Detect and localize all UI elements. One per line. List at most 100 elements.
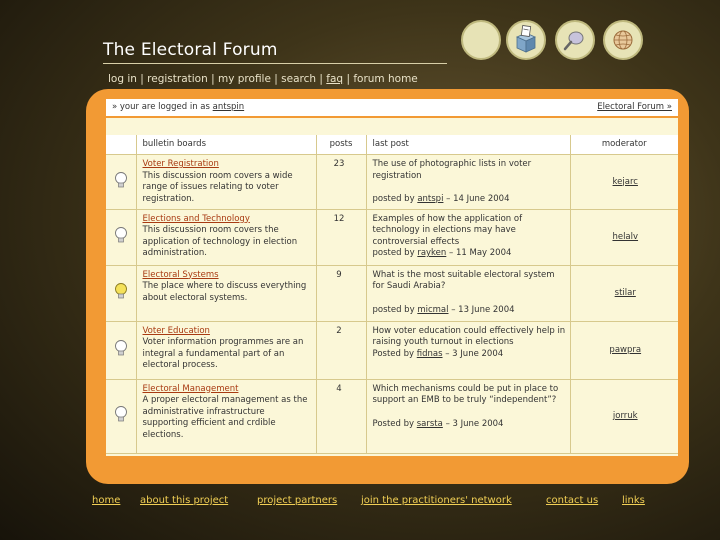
header-last-post: last post — [366, 135, 570, 155]
title-divider — [103, 63, 447, 64]
footer-link-partners[interactable]: project partners — [257, 495, 337, 506]
bulb-cell — [106, 321, 137, 380]
poster-link[interactable]: sarsta — [417, 419, 443, 429]
board-title-link[interactable]: Elections and Technology — [143, 214, 312, 226]
table-row: Voter Registration This discussion room … — [106, 154, 678, 210]
poster-link[interactable]: rayken — [417, 248, 446, 258]
bulb-cell — [106, 209, 137, 266]
nav-separator: | — [211, 73, 215, 85]
footer-link-about[interactable]: about this project — [140, 495, 228, 506]
moderator-link[interactable]: helalv — [612, 232, 638, 242]
board-cell: Electoral Management A proper electoral … — [136, 379, 316, 454]
header-posts: posts — [315, 135, 367, 155]
board-description: This discussion room covers the applicat… — [142, 225, 298, 258]
last-post-title[interactable]: What is the most suitable electoral syst… — [373, 270, 566, 293]
moderator-cell: kejarc — [569, 154, 678, 210]
post-count: 4 — [315, 379, 367, 454]
board-title-link[interactable]: Electoral Systems — [143, 270, 312, 282]
table-header-row: bulletin boards posts last post moderato… — [106, 135, 678, 155]
footer-link-home[interactable]: home — [92, 495, 120, 506]
board-cell: Voter Education Voter information progra… — [136, 321, 316, 380]
posted-by-label: Posted by — [372, 418, 415, 429]
globe-glyph — [613, 30, 633, 50]
current-user-link[interactable]: antspin — [213, 102, 245, 112]
ballot-box-icon[interactable] — [506, 20, 546, 60]
table-row: Electoral Systems The place where to dis… — [106, 265, 678, 322]
search-magnifier-icon[interactable] — [555, 20, 595, 60]
light-bulb-on-icon — [114, 282, 127, 299]
board-description: This discussion room covers a wide range… — [142, 170, 293, 204]
posted-by-label: posted by — [372, 248, 415, 258]
nav-registration[interactable]: registration — [147, 73, 208, 85]
moderator-cell: stilar — [569, 265, 678, 322]
globe-icon[interactable] — [603, 20, 643, 60]
ballot-box-glyph — [516, 25, 536, 53]
last-post-meta: posted by antspi – 14 June 2004 — [373, 194, 566, 206]
blank-circle-icon[interactable] — [461, 20, 501, 60]
footer-link-network[interactable]: join the practitioners' network — [361, 495, 512, 506]
last-post-cell: Which mechanisms could be put in place t… — [366, 379, 570, 454]
table-row: Elections and Technology This discussion… — [106, 209, 678, 266]
moderator-link[interactable]: kejarc — [613, 177, 638, 187]
logged-in-prefix: » your are logged in as — [112, 102, 210, 112]
last-post-meta: posted by micmal – 13 June 2004 — [373, 305, 566, 317]
board-description: A proper electoral management as the adm… — [142, 395, 308, 440]
header-boards: bulletin boards — [136, 135, 316, 155]
post-date: – 3 June 2004 — [445, 348, 504, 359]
breadcrumb-electoral-forum[interactable]: Electoral Forum » — [597, 102, 672, 112]
light-bulb-icon — [114, 339, 127, 356]
post-date: – 13 June 2004 — [451, 304, 515, 315]
post-date: – 11 May 2004 — [449, 248, 512, 258]
last-post-title[interactable]: Examples of how the application of techn… — [373, 214, 566, 249]
board-title-link[interactable]: Electoral Management — [143, 384, 312, 396]
post-count: 12 — [315, 209, 367, 266]
bulb-cell — [106, 265, 137, 322]
board-cell: Electoral Systems The place where to dis… — [136, 265, 316, 322]
nav-log-in[interactable]: log in — [108, 73, 137, 85]
board-title-link[interactable]: Voter Education — [143, 326, 312, 338]
moderator-link[interactable]: jorruk — [613, 411, 638, 421]
posted-by-label: Posted by — [372, 348, 415, 359]
nav-faq[interactable]: faq — [326, 73, 343, 85]
moderator-link[interactable]: stilar — [615, 288, 636, 298]
user-status-bar: » your are logged in as antspin Electora… — [106, 99, 678, 116]
poster-link[interactable]: antspi — [417, 194, 443, 204]
last-post-title[interactable]: How voter education could effectively he… — [373, 326, 566, 349]
board-title-link[interactable]: Voter Registration — [143, 159, 312, 171]
last-post-title[interactable]: Which mechanisms could be put in place t… — [373, 384, 566, 407]
poster-link[interactable]: fidnas — [417, 349, 443, 359]
board-cell: Elections and Technology This discussion… — [136, 209, 316, 266]
last-post-title[interactable]: The use of photographic lists in voter r… — [373, 159, 566, 182]
last-post-cell: What is the most suitable electoral syst… — [366, 265, 570, 322]
board-cell: Voter Registration This discussion room … — [136, 154, 316, 210]
light-bulb-icon — [114, 171, 127, 187]
post-count: 23 — [315, 154, 367, 210]
footer-link-contact[interactable]: contact us — [546, 495, 598, 506]
nav-my-profile[interactable]: my profile — [218, 73, 271, 85]
poster-link[interactable]: micmal — [417, 305, 448, 315]
bulb-cell — [106, 154, 137, 210]
nav-forum-home[interactable]: forum home — [353, 73, 417, 85]
post-count: 9 — [315, 265, 367, 322]
moderator-cell: pawpra — [569, 321, 678, 380]
header-icon-column — [106, 135, 137, 155]
nav-separator: | — [346, 73, 350, 85]
moderator-cell: jorruk — [569, 379, 678, 454]
top-navigation: log in | registration | my profile | sea… — [108, 73, 418, 85]
last-post-meta: Posted by fidnas – 3 June 2004 — [373, 349, 566, 361]
nav-separator: | — [140, 73, 144, 85]
nav-search[interactable]: search — [281, 73, 316, 85]
moderator-link[interactable]: pawpra — [609, 345, 641, 355]
footer-link-links[interactable]: links — [622, 495, 645, 506]
moderator-cell: helalv — [569, 209, 678, 266]
logged-in-status: » your are logged in as antspin — [112, 102, 244, 112]
light-bulb-icon — [114, 405, 127, 422]
site-title: The Electoral Forum — [103, 40, 278, 60]
table-row: Electoral Management A proper electoral … — [106, 379, 678, 454]
posted-by-label: posted by — [372, 304, 415, 315]
last-post-meta: posted by rayken – 11 May 2004 — [373, 248, 566, 260]
board-description: Voter information programmes are an inte… — [142, 337, 304, 370]
table-row: Voter Education Voter information progra… — [106, 321, 678, 380]
post-count: 2 — [315, 321, 367, 380]
post-date: – 14 June 2004 — [446, 194, 510, 204]
